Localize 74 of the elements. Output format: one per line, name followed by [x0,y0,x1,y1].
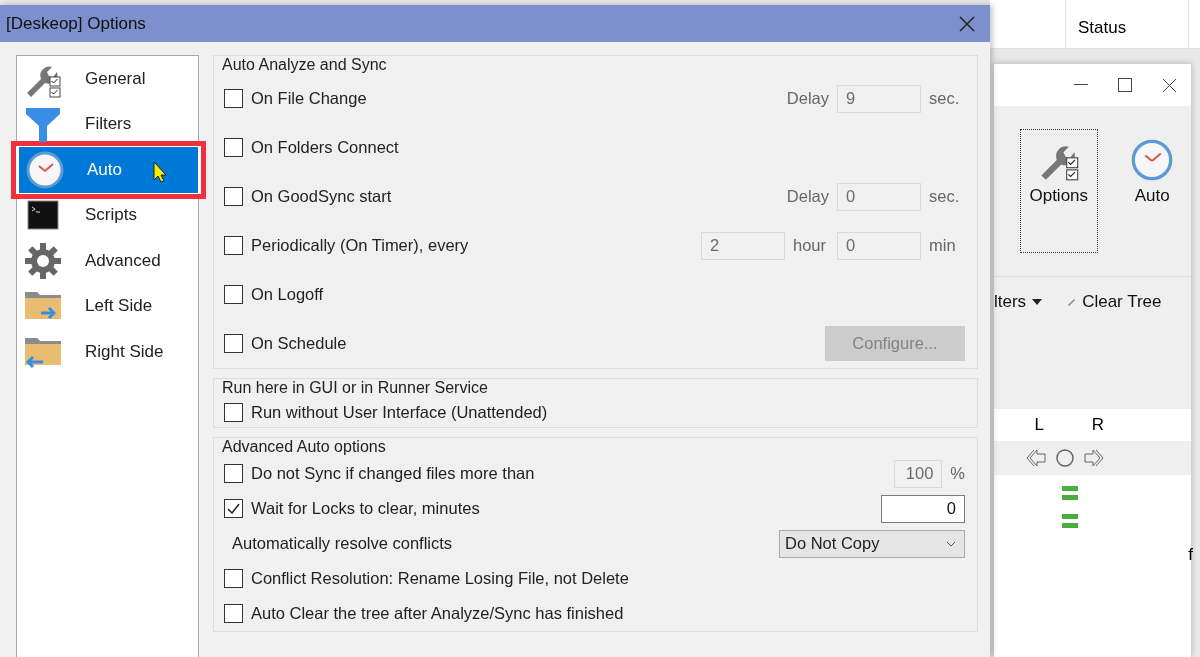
checkbox[interactable] [224,187,243,206]
category-item[interactable]: Scripts [17,192,198,238]
category-item[interactable]: Auto [19,147,198,193]
dropdown[interactable]: Do Not Copy [779,529,965,558]
mouse-pointer-icon [153,161,167,183]
minimize-icon [1074,84,1088,86]
category-item[interactable]: Advanced [17,238,198,284]
caret-icon [1032,299,1043,305]
option-label: On Schedule [251,334,348,353]
column-header: R [1090,415,1104,435]
close-icon [959,15,975,32]
unit-label: min [929,236,957,255]
unit-label: sec. [929,187,961,206]
close-icon [1161,77,1177,93]
category-label: General [85,68,146,89]
toolbar-button[interactable]: Auto [1113,129,1191,253]
checkbox[interactable] [224,569,243,588]
gear-icon [23,240,63,281]
category-item[interactable]: Filters [17,101,198,147]
group-title: Run here in GUI or in Runner Service [222,379,489,397]
unit-label: Delay [786,187,829,206]
chevron-down-icon [946,540,956,547]
checkbox[interactable] [224,138,243,157]
column-header: Status [1065,0,1189,48]
category-label: Left Side [85,296,153,317]
checkbox[interactable] [224,464,243,483]
toolbar-button[interactable]: Options [1020,129,1098,253]
option-label: Automatically resolve conflicts [232,534,454,553]
column-header: L [1033,415,1044,435]
checkbox[interactable] [224,89,243,108]
equal-icon [1062,485,1078,501]
option-label: Conflict Resolution: Rename Losing File, not Delete [251,569,630,588]
left-arrow-icon [1026,449,1046,467]
option-label: Wait for Locks to clear, minutes [251,499,481,518]
group-title: Advanced Auto options [222,438,387,456]
category-label: Scripts [85,205,137,226]
maximize-icon [1118,78,1132,92]
unit-label: hour [793,236,828,255]
checkbox[interactable] [224,499,243,518]
checkbox[interactable] [224,285,243,304]
eraser-icon [1066,297,1077,307]
category-item[interactable]: General [17,56,198,102]
category-item[interactable]: Left Side [17,283,198,329]
number-field[interactable]: 0 [881,494,965,523]
option-label: On File Change [251,89,368,108]
right-arrow-icon [1084,449,1104,467]
option-label: On GoodSync start [251,187,393,206]
window-title: [Deskeop] Options [6,13,146,34]
checkbox[interactable] [224,604,243,623]
clear-tree-button[interactable]: Clear Tree [1066,292,1162,312]
category-label: Auto [87,159,122,180]
checkbox[interactable] [224,402,243,422]
option-label: Run without User Interface (Unattended) [251,402,549,422]
option-label: On Logoff [251,285,325,304]
category-label: Filters [85,114,132,135]
clock-icon [25,149,65,190]
option-label: On Folders Connect [251,138,400,157]
cut-off-text: f [1188,545,1193,565]
unit-label: sec. [929,89,961,108]
category-item[interactable]: Right Side [17,329,198,375]
checkbox[interactable] [224,334,243,353]
option-label: Periodically (On Timer), every [251,236,470,255]
group-title: Auto Analyze and Sync [222,56,388,74]
unit-label: Delay [786,89,829,108]
equal-icon [1062,513,1078,529]
circle-icon [1056,449,1074,467]
unit-label: % [950,464,965,483]
category-label: Advanced [85,250,161,271]
checkbox[interactable] [224,236,243,255]
filters-menu[interactable]: lters [994,292,1043,312]
option-label: Do not Sync if changed files more than [251,464,536,483]
clock-icon [1130,138,1175,182]
option-label: Auto Clear the tree after Analyze/Sync has finished [251,604,625,623]
category-label: Right Side [85,341,164,362]
